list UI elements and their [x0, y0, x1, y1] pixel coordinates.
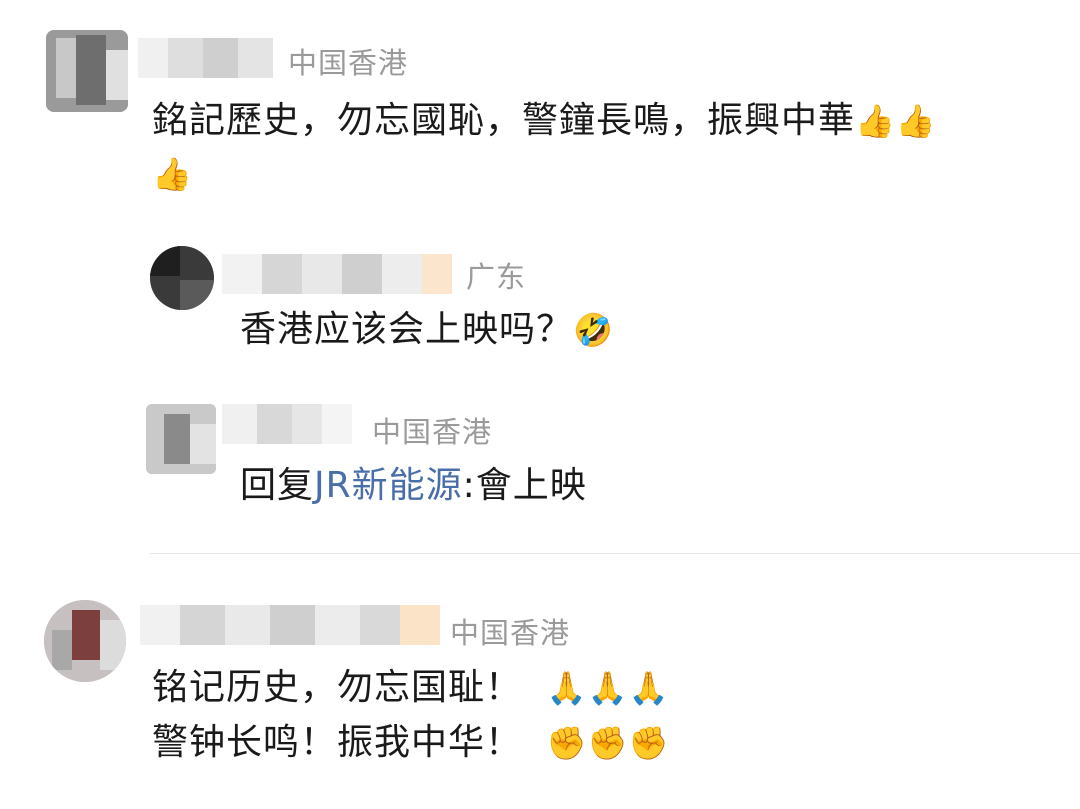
username-blurred[interactable]: [222, 404, 352, 444]
reply-text: 回复JR新能源:會上映: [240, 465, 587, 506]
comment-thread: 中国香港 銘記歷史，勿忘國恥，警鐘長鳴，振興中華👍👍 👍 广东 香港应该会上映吗…: [0, 0, 1080, 809]
rolling-laughing-icon: 🤣: [573, 311, 614, 349]
reply-location: 中国香港: [372, 415, 493, 449]
comment-location: 中国香港: [450, 616, 571, 650]
divider: [150, 553, 1080, 554]
folded-hands-icon: 🙏🙏🙏: [546, 669, 670, 707]
comment-location: 中国香港: [288, 46, 409, 80]
raised-fist-icon: ✊✊✊: [546, 724, 670, 762]
thumbs-up-icon: 👍: [152, 155, 193, 193]
reply-text: 香港应该会上映吗？🤣: [240, 309, 614, 350]
mention-link[interactable]: JR新能源: [314, 465, 463, 506]
username-blurred[interactable]: [138, 38, 273, 78]
thumbs-up-icon: 👍👍: [855, 102, 937, 140]
username-blurred[interactable]: [222, 254, 452, 294]
comment-text-continued: 警钟长鸣！振我中华！ ✊✊✊: [152, 722, 670, 763]
comment-text-continued: 👍: [152, 146, 193, 202]
reply-location: 广东: [466, 260, 527, 294]
comment-text: 銘記歷史，勿忘國恥，警鐘長鳴，振興中華👍👍: [152, 100, 937, 141]
comment-text: 铭记历史，勿忘国耻！ 🙏🙏🙏: [152, 667, 670, 708]
avatar[interactable]: [146, 404, 216, 474]
avatar[interactable]: [44, 600, 126, 682]
avatar[interactable]: [46, 30, 128, 112]
username-blurred[interactable]: [140, 605, 440, 645]
avatar[interactable]: [150, 246, 214, 310]
